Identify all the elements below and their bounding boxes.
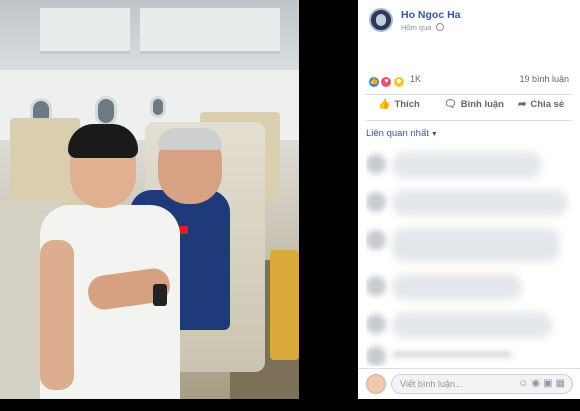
post-side-panel: Ho Ngoc Ha Hôm qua 👍 ♥ ☻ 1K 19 bình luận… [358, 0, 580, 399]
photo-boy-arm [40, 240, 74, 390]
commenter-avatar [366, 154, 386, 174]
photo-boy-hair [68, 124, 138, 158]
sticker-icon[interactable]: ▦ [556, 378, 568, 389]
like-reaction-icon: 👍 [368, 75, 380, 88]
comment-bubble [392, 312, 552, 338]
comment-count[interactable]: 19 bình luận [519, 74, 569, 84]
caret-down-icon: ▼ [430, 131, 438, 138]
share-icon: ➦ [518, 99, 527, 110]
divider [366, 94, 572, 95]
comment-filter-dropdown[interactable]: Liên quan nhất ▼ [366, 128, 438, 139]
photo-overhead-bin [40, 8, 130, 54]
comment-button[interactable]: 🗨 Bình luận [444, 99, 504, 110]
reaction-count[interactable]: 1K [410, 74, 421, 84]
thumbs-up-icon: 👍 [378, 99, 391, 110]
comment-bubble [392, 228, 560, 262]
commenter-avatar [366, 346, 386, 366]
photo-watch [153, 284, 167, 306]
love-reaction-icon: ♥ [380, 75, 393, 88]
gif-icon[interactable]: ▣ [543, 378, 555, 389]
post-actions: 👍 Thích 🗨 Bình luận ➦ Chia sẻ [366, 96, 572, 118]
like-button[interactable]: 👍 Thích [378, 99, 420, 110]
comment-bubble [392, 274, 522, 300]
reactions-bar: 👍 ♥ ☻ 1K 19 bình luận [368, 73, 572, 89]
post-photo[interactable] [0, 0, 299, 399]
divider [366, 120, 572, 121]
commenter-avatar [366, 192, 386, 212]
viewer-avatar [366, 374, 386, 394]
share-label: Chia sẻ [530, 99, 565, 110]
comment-composer: Viết bình luận... ☺◉▣▦ [358, 368, 580, 399]
comment-label: Bình luận [460, 99, 504, 110]
commenter-avatar [366, 230, 386, 250]
comment-filter-label: Liên quan nhất [366, 128, 429, 139]
author-avatar[interactable] [369, 8, 393, 32]
photo-window [95, 96, 117, 126]
like-label: Thích [394, 99, 420, 110]
camera-icon[interactable]: ◉ [531, 378, 543, 389]
commenter-avatar [366, 314, 386, 334]
commenter-avatar [366, 276, 386, 296]
photo-man-hair [158, 128, 222, 150]
comment-icon: 🗨 [444, 99, 457, 110]
facebook-photo-viewer: Ho Ngoc Ha Hôm qua 👍 ♥ ☻ 1K 19 bình luận… [0, 0, 580, 411]
comments-list [366, 146, 572, 366]
comment-bubble [392, 352, 512, 357]
photo-window [150, 96, 166, 118]
photo-suitcase [270, 250, 299, 360]
comment-input[interactable]: Viết bình luận... ☺◉▣▦ [391, 374, 573, 394]
author-name[interactable]: Ho Ngoc Ha [401, 9, 461, 21]
globe-icon [435, 23, 444, 31]
emoji-icon[interactable]: ☺ [518, 378, 531, 389]
haha-reaction-icon: ☻ [392, 75, 405, 88]
reaction-icons[interactable]: 👍 ♥ ☻ [368, 73, 405, 88]
share-button[interactable]: ➦ Chia sẻ [518, 99, 564, 110]
comment-input-placeholder: Viết bình luận... [400, 379, 463, 389]
post-meta: Hôm qua [401, 23, 444, 32]
comment-bubble [392, 190, 568, 216]
post-header: Ho Ngoc Ha Hôm qua [358, 0, 580, 44]
post-time[interactable]: Hôm qua [401, 23, 431, 32]
comment-bubble [392, 152, 542, 178]
photo-overhead-bin [140, 8, 280, 54]
composer-icons: ☺◉▣▦ [518, 378, 568, 389]
